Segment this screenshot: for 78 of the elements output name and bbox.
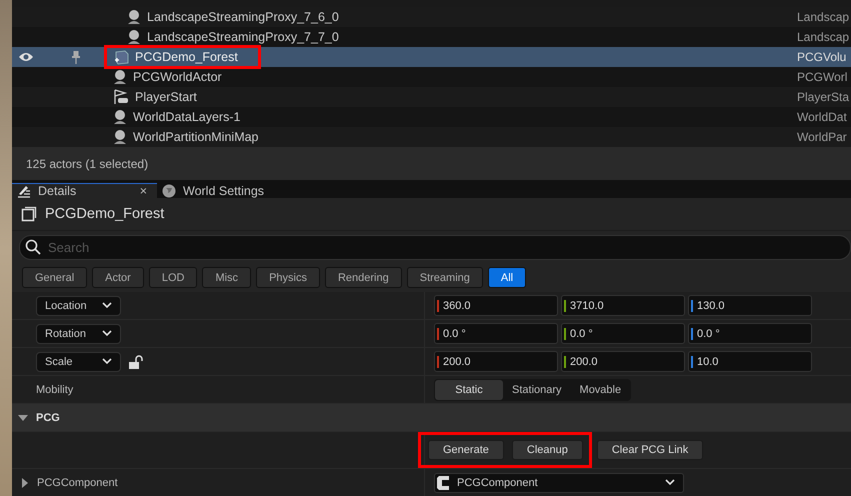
axis-value-field[interactable]: 0.0 °	[561, 323, 685, 344]
component-dropdown[interactable]: PCGComponent	[434, 472, 684, 492]
pcg-action-button[interactable]: Generate	[428, 440, 504, 460]
actor-type: PCGVolu	[797, 50, 848, 64]
actor-name[interactable]: PlayerStart	[135, 90, 197, 104]
search-field[interactable]: Search	[19, 235, 851, 260]
actor-type: WorldPar	[797, 130, 848, 144]
actor-type: Landscap	[797, 10, 850, 24]
actor-name[interactable]: PCGWorldActor	[133, 70, 222, 84]
axis-value-field[interactable]: 200.0	[561, 351, 685, 372]
outliner-row[interactable]: PlayerStart PlayerSta	[12, 87, 851, 107]
actor-box-icon	[21, 206, 37, 222]
axis-value-field[interactable]: 360.0	[434, 295, 558, 316]
mobility-option[interactable]: Movable	[570, 380, 630, 400]
actor-sphere-icon	[113, 129, 127, 145]
outliner-row[interactable]: WorldDataLayers-1 WorldDat	[12, 107, 851, 127]
globe-icon	[162, 184, 176, 198]
flag-gamepad-icon	[113, 89, 129, 105]
mobility-option[interactable]: Stationary	[503, 380, 571, 400]
axis-value-field[interactable]: 10.0	[688, 351, 812, 372]
expand-arrow-icon[interactable]	[18, 412, 28, 422]
axis-value-field[interactable]: 130.0	[688, 295, 812, 316]
component-c-icon	[437, 476, 451, 490]
expand-arrow-icon[interactable]	[21, 478, 29, 488]
axis-value-field[interactable]: 0.0 °	[688, 323, 812, 344]
chevron-down-icon	[102, 330, 112, 337]
section-title: PCG	[36, 412, 60, 424]
property-label: PCGComponent	[37, 476, 118, 488]
outliner-row[interactable]: LandscapeStreamingProxy_7_7_0 Landscap	[12, 27, 851, 47]
actor-name[interactable]: WorldPartitionMiniMap	[133, 130, 259, 144]
pencil-list-icon	[17, 184, 31, 198]
filter-chip[interactable]: Rendering	[324, 267, 402, 288]
outliner-row[interactable]: WorldPartitionMiniMap WorldPar	[12, 127, 851, 147]
actor-sphere-icon	[127, 9, 141, 25]
actor-sphere-icon	[113, 109, 127, 125]
actor-sphere-icon	[127, 29, 141, 45]
outliner-row[interactable]: PCGDemo_Forest PCGVolu	[12, 47, 851, 67]
selected-actor-title: PCGDemo_Forest	[45, 206, 164, 222]
mobility-option[interactable]: Static	[435, 380, 503, 400]
eye-icon[interactable]	[18, 52, 34, 62]
search-icon	[25, 239, 41, 255]
actor-name[interactable]: PCGDemo_Forest	[135, 50, 238, 64]
outliner-row[interactable]: LandscapeStreamingProxy_7_6_0 Landscap	[12, 7, 851, 27]
filter-chip[interactable]: Actor	[92, 267, 144, 288]
panel-tab[interactable]: Details ×	[12, 183, 157, 198]
actor-type: WorldDat	[797, 110, 848, 124]
actor-name[interactable]: LandscapeStreamingProxy_7_7_0	[147, 30, 339, 44]
axis-value-field[interactable]: 3710.0	[561, 295, 685, 316]
filter-chip[interactable]: Physics	[256, 267, 320, 288]
panel-tab[interactable]: World Settings	[157, 183, 274, 198]
actor-name[interactable]: WorldDataLayers-1	[133, 110, 240, 124]
actor-count: 125 actors (1 selected)	[26, 156, 148, 170]
chevron-down-icon	[102, 302, 112, 309]
filter-chip[interactable]: LOD	[148, 267, 198, 288]
actor-type: PlayerSta	[797, 90, 850, 104]
filter-chip[interactable]: All	[488, 267, 526, 288]
transform-dropdown[interactable]: Scale	[36, 352, 121, 372]
axis-value-field[interactable]: 200.0	[434, 351, 558, 372]
property-label: Mobility	[36, 384, 74, 396]
filter-chip[interactable]: General	[22, 267, 88, 288]
pcg-action-button[interactable]: Clear PCG Link	[596, 440, 704, 460]
transform-dropdown[interactable]: Rotation	[36, 324, 121, 344]
outliner-row[interactable]: PCGWorldActor PCGWorl	[12, 67, 851, 87]
filter-chip[interactable]: Misc	[202, 267, 252, 288]
actor-type: Landscap	[797, 30, 850, 44]
actor-type: PCGWorl	[797, 70, 848, 84]
chevron-down-icon	[102, 358, 112, 365]
filter-chip[interactable]: Streaming	[406, 267, 483, 288]
close-tab-button[interactable]: ×	[140, 184, 147, 198]
cube-volume-icon	[113, 49, 129, 65]
pin-icon[interactable]	[72, 50, 80, 64]
unlocked-lock-icon[interactable]	[129, 354, 143, 368]
axis-value-field[interactable]: 0.0 °	[434, 323, 558, 344]
actor-sphere-icon	[113, 69, 127, 85]
actor-name[interactable]: LandscapeStreamingProxy_7_6_0	[147, 10, 339, 24]
pcg-action-button[interactable]: Cleanup	[512, 440, 583, 460]
chevron-down-icon	[665, 479, 675, 486]
transform-dropdown[interactable]: Location	[36, 296, 121, 316]
